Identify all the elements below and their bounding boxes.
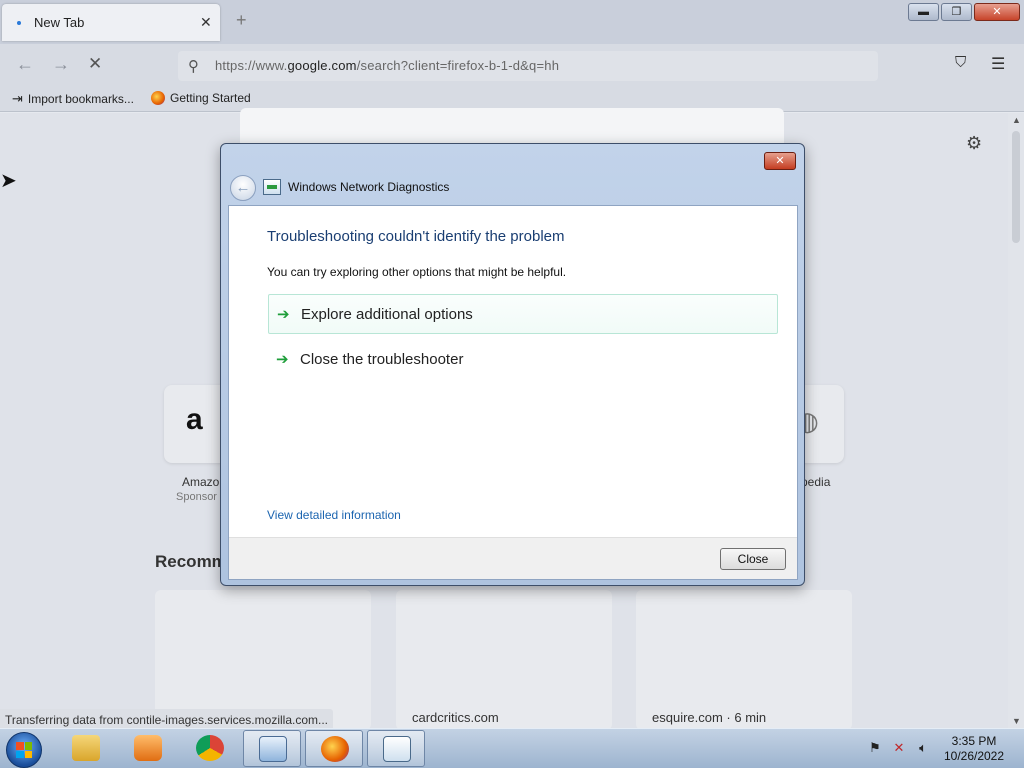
tab-strip: New Tab ✕ + ▬ ❐ ✕ [0,0,1024,44]
explore-options-link[interactable]: ➔ Explore additional options [268,294,778,334]
green-arrow-icon: ➔ [277,306,290,323]
network-diagnostics-icon [383,736,411,762]
option-label: Close the troubleshooter [300,351,464,368]
mouse-cursor-icon: ➤ [0,170,17,192]
network-diagnostics-icon [263,179,281,195]
import-icon: ⇥ [12,91,23,106]
minimize-icon: ▬ [918,6,929,18]
start-button[interactable] [6,732,42,768]
window-controls: ▬ ❐ ✕ [908,3,1020,22]
forward-arrow-icon[interactable]: → [52,54,70,75]
stop-loading-icon[interactable]: ✕ [88,54,102,74]
search-card [240,108,784,148]
taskbar-network-center[interactable] [243,730,301,767]
close-icon: ✕ [992,6,1002,18]
taskbar-clock[interactable]: 3:35 PM 10/26/2022 [936,734,1012,764]
menu-hamburger-icon[interactable]: ☰ [991,54,1005,74]
clock-date: 10/26/2022 [943,749,1005,763]
taskbar-firefox[interactable] [305,730,363,767]
windows-logo-icon [16,742,32,758]
scroll-up-icon[interactable]: ▲ [1012,115,1021,125]
back-arrow-icon[interactable]: ← [230,175,256,201]
story-card[interactable] [396,590,612,730]
folder-icon [72,735,100,761]
media-player-icon [134,735,162,761]
network-icon [259,736,287,762]
taskbar-diagnostics[interactable] [367,730,425,767]
bookmark-label: Getting Started [170,91,251,105]
taskbar-explorer[interactable] [57,730,115,767]
taskbar-media-player[interactable] [119,730,177,767]
address-bar[interactable]: ⚲ https://www.google.com/search?client=f… [178,51,878,81]
loading-dot-icon [17,21,21,25]
window-close-button[interactable]: ✕ [974,3,1020,21]
scrollbar-thumb[interactable] [1012,131,1020,243]
close-button[interactable]: Close [720,548,786,570]
bookmark-getting-started[interactable]: Getting Started [151,91,251,105]
tab-new-tab[interactable]: New Tab ✕ [2,4,220,41]
restore-icon: ❐ [951,6,962,18]
pocket-icon[interactable]: ⛉ [955,54,966,71]
taskbar: ⚑ ✕ 🔈︎ 3:35 PM 10/26/2022 [0,728,1024,768]
story-card[interactable] [636,590,852,730]
view-details-link[interactable]: View detailed information [267,508,401,522]
dialog-heading: Troubleshooting couldn't identify the pr… [267,228,565,245]
story-source: esquire.com · 6 min [652,710,767,725]
new-tab-button[interactable]: + [236,10,247,31]
gear-icon[interactable]: ⚙ [966,133,982,154]
search-icon: ⚲ [188,58,199,75]
volume-icon[interactable]: 🔈︎ [916,741,930,755]
dialog-description: You can try exploring other options that… [267,265,567,279]
recommended-heading: Recomm [155,552,227,571]
chrome-icon [196,735,224,761]
url-text: https://www.google.com/search?client=fir… [215,58,560,73]
tab-title: New Tab [34,15,85,30]
network-diagnostics-dialog: ✕ ← Windows Network Diagnostics Troubles… [220,143,805,586]
taskbar-chrome[interactable] [181,730,239,767]
tray-flag-icon[interactable]: ⚑ [868,741,882,755]
bookmark-label: Import bookmarks... [27,92,134,106]
network-disconnected-icon[interactable]: ✕ [892,741,906,755]
shortcut-label: Amazo [182,475,220,489]
minimize-button[interactable]: ▬ [908,3,939,21]
bookmark-import[interactable]: ⇥ Import bookmarks... [12,91,134,107]
dialog-body: Troubleshooting couldn't identify the pr… [228,205,798,580]
sponsored-label: Sponsor [176,491,217,503]
green-arrow-icon: ➔ [276,351,289,368]
shortcut-label: pedia [801,475,831,489]
firefox-icon [321,736,349,762]
dialog-title: Windows Network Diagnostics [288,180,450,194]
navigation-toolbar: ← → ✕ ⚲ https://www.google.com/search?cl… [0,44,1024,86]
amazon-logo-icon: a [186,403,203,436]
clock-time: 3:35 PM [951,734,997,748]
firefox-icon [151,91,165,105]
dialog-close-button[interactable]: ✕ [764,152,796,170]
back-arrow-icon[interactable]: ← [16,54,34,75]
close-troubleshooter-link[interactable]: ➔ Close the troubleshooter [268,340,778,380]
tab-close-icon[interactable]: ✕ [200,14,212,31]
page-scrollbar[interactable]: ▲ ▼ [1008,113,1024,728]
story-source: cardcritics.com [412,710,499,725]
maximize-button[interactable]: ❐ [941,3,972,21]
dialog-footer: Close [229,537,797,579]
scroll-down-icon[interactable]: ▼ [1012,716,1021,726]
option-label: Explore additional options [301,306,473,323]
